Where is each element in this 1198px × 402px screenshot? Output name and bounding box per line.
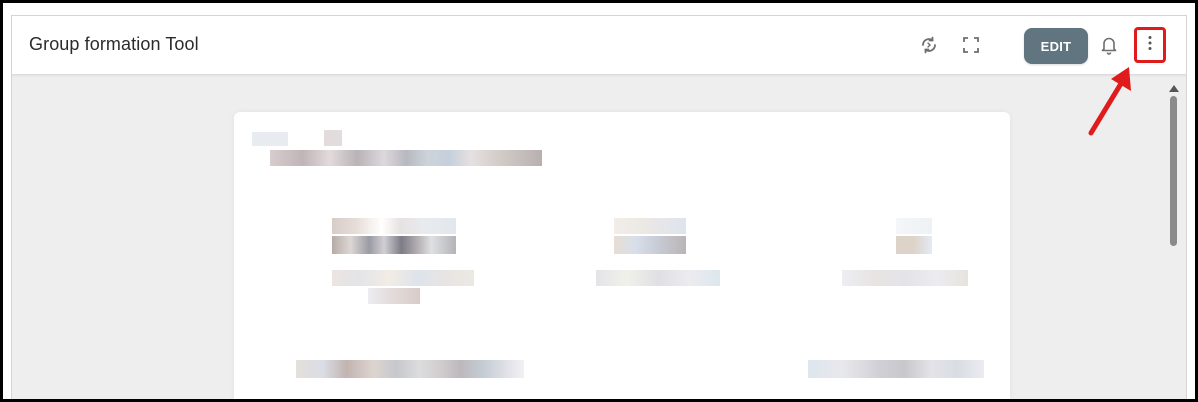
more-options-button[interactable] <box>1134 27 1166 63</box>
tool-panel: Group formation Tool EDIT <box>11 15 1187 399</box>
blur-block <box>270 150 542 166</box>
fullscreen-icon[interactable] <box>960 34 982 56</box>
blur-block <box>252 132 288 146</box>
scrollbar[interactable] <box>1169 85 1179 399</box>
blur-block <box>596 270 720 286</box>
edit-button[interactable]: EDIT <box>1024 28 1088 64</box>
blur-block <box>368 288 420 304</box>
refresh-icon[interactable] <box>918 34 940 56</box>
blur-block <box>332 270 474 286</box>
blur-block <box>896 218 932 234</box>
screenshot-frame: Group formation Tool EDIT <box>0 0 1198 402</box>
bell-icon[interactable] <box>1098 34 1120 56</box>
blur-block <box>324 130 342 146</box>
blur-block <box>332 218 456 234</box>
blur-block <box>614 236 686 254</box>
blurred-content-card <box>234 112 1010 399</box>
blur-block <box>808 360 984 378</box>
scrollbar-thumb[interactable] <box>1170 96 1177 246</box>
page-title: Group formation Tool <box>29 34 199 54</box>
blur-block <box>896 236 932 254</box>
scroll-up-icon[interactable] <box>1169 85 1179 92</box>
blur-block <box>332 236 456 254</box>
more-vertical-icon <box>1148 35 1152 56</box>
panel-header: Group formation Tool EDIT <box>12 16 1186 75</box>
blur-block <box>842 270 968 286</box>
blur-block <box>614 218 686 234</box>
red-arrow-annotation <box>1088 67 1131 136</box>
blur-block <box>296 360 524 378</box>
